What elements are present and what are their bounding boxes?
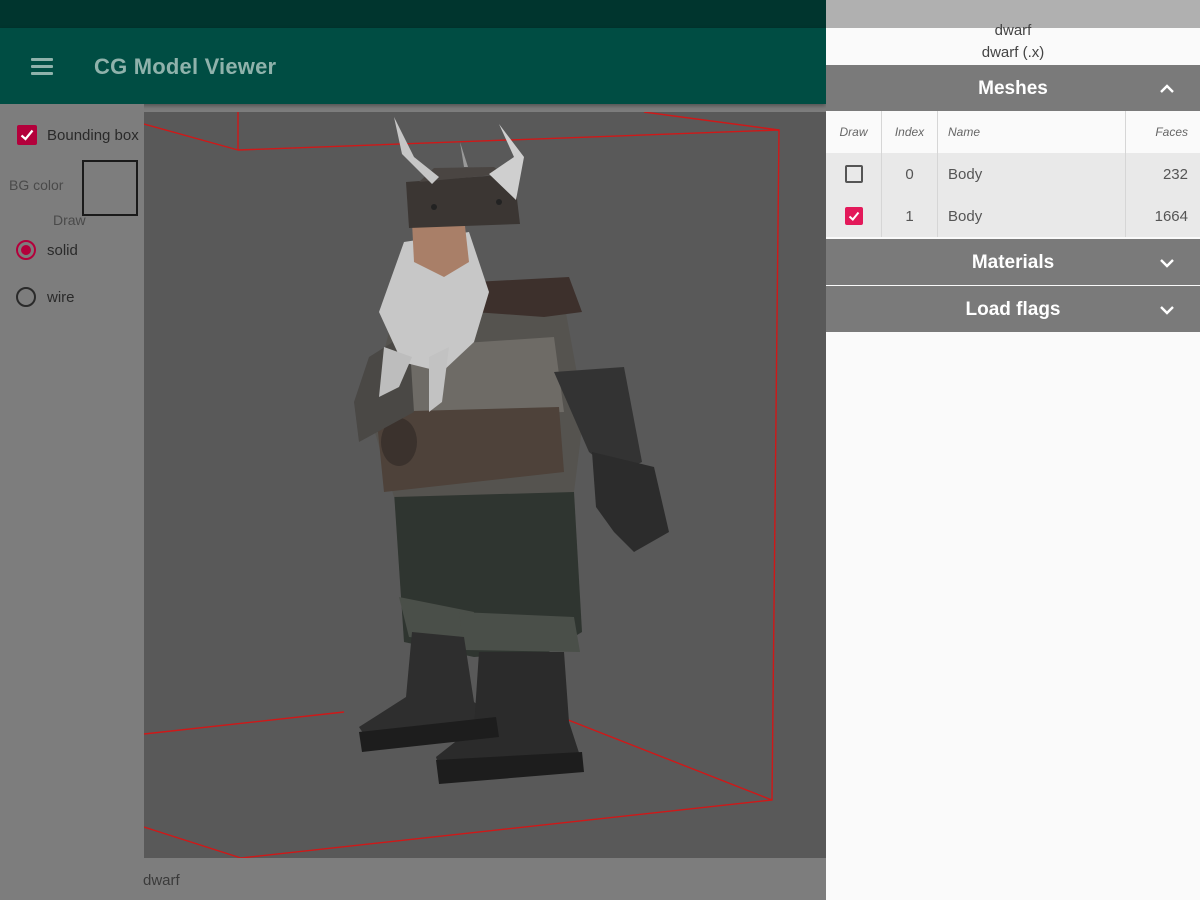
col-header-index: Index [881,111,937,153]
file-type: dwarf (.x) [981,44,1045,61]
mesh-name: Body [937,153,1125,195]
checkbox-checked-icon [17,125,37,145]
draw-wire-label: wire [47,288,75,306]
chevron-up-icon [1160,84,1174,93]
col-header-faces: Faces [1125,111,1200,153]
radio-unselected-icon [16,287,36,307]
mesh-draw-checkbox[interactable] [844,207,863,225]
settings-panel: Bounding box BG color Draw solid wire [0,104,144,900]
file-name: dwarf [994,22,1032,39]
dwarf-model [354,117,669,784]
col-header-draw: Draw [839,125,868,139]
status-bar [0,0,826,28]
draw-solid-radio[interactable]: solid [16,237,78,263]
table-row: 1 Body 1664 [826,195,1200,237]
mesh-faces: 232 [1125,153,1200,195]
checkmark-icon [848,211,859,221]
bounding-box-label: Bounding box [47,126,139,144]
load-flags-section-header[interactable]: Load flags [826,286,1200,332]
model-render [144,112,780,858]
materials-section-header[interactable]: Materials [826,239,1200,285]
meshes-section-header[interactable]: Meshes [826,65,1200,111]
table-header-row: Draw Index Name Faces [826,111,1200,153]
materials-title: Materials [971,252,1055,273]
mesh-index: 1 [881,195,937,237]
draw-cell [826,195,881,237]
model-viewport[interactable] [144,112,826,858]
draw-solid-label: solid [47,241,78,259]
bounding-box-checkbox[interactable]: Bounding box [17,122,139,148]
mesh-faces: 1664 [1125,195,1200,237]
app-bar: CG Model Viewer [0,28,826,104]
meshes-table: Draw Index Name Faces 0 Body 232 1 Body … [826,111,1200,237]
hamburger-menu-icon[interactable] [28,52,56,80]
mesh-draw-checkbox[interactable] [844,165,863,183]
col-header-name: Name [937,111,1125,153]
table-row: 0 Body 232 [826,153,1200,195]
app-title: CG Model Viewer [94,54,277,79]
load-flags-title: Load flags [965,299,1061,320]
chevron-down-icon [1160,259,1174,268]
radio-selected-icon [16,240,36,260]
draw-mode-label: Draw [53,212,86,228]
mesh-index: 0 [881,153,937,195]
bg-color-label: BG color [9,177,64,193]
mesh-name: Body [937,195,1125,237]
model-name-label: dwarf [143,872,180,889]
chevron-down-icon [1160,306,1174,315]
bg-color-swatch[interactable] [82,160,138,216]
meshes-title: Meshes [978,78,1048,99]
model-info-panel: dwarf dwarf (.x) Meshes Draw Index Name … [826,0,1200,900]
draw-cell [826,153,881,195]
draw-wire-radio[interactable]: wire [16,284,75,310]
